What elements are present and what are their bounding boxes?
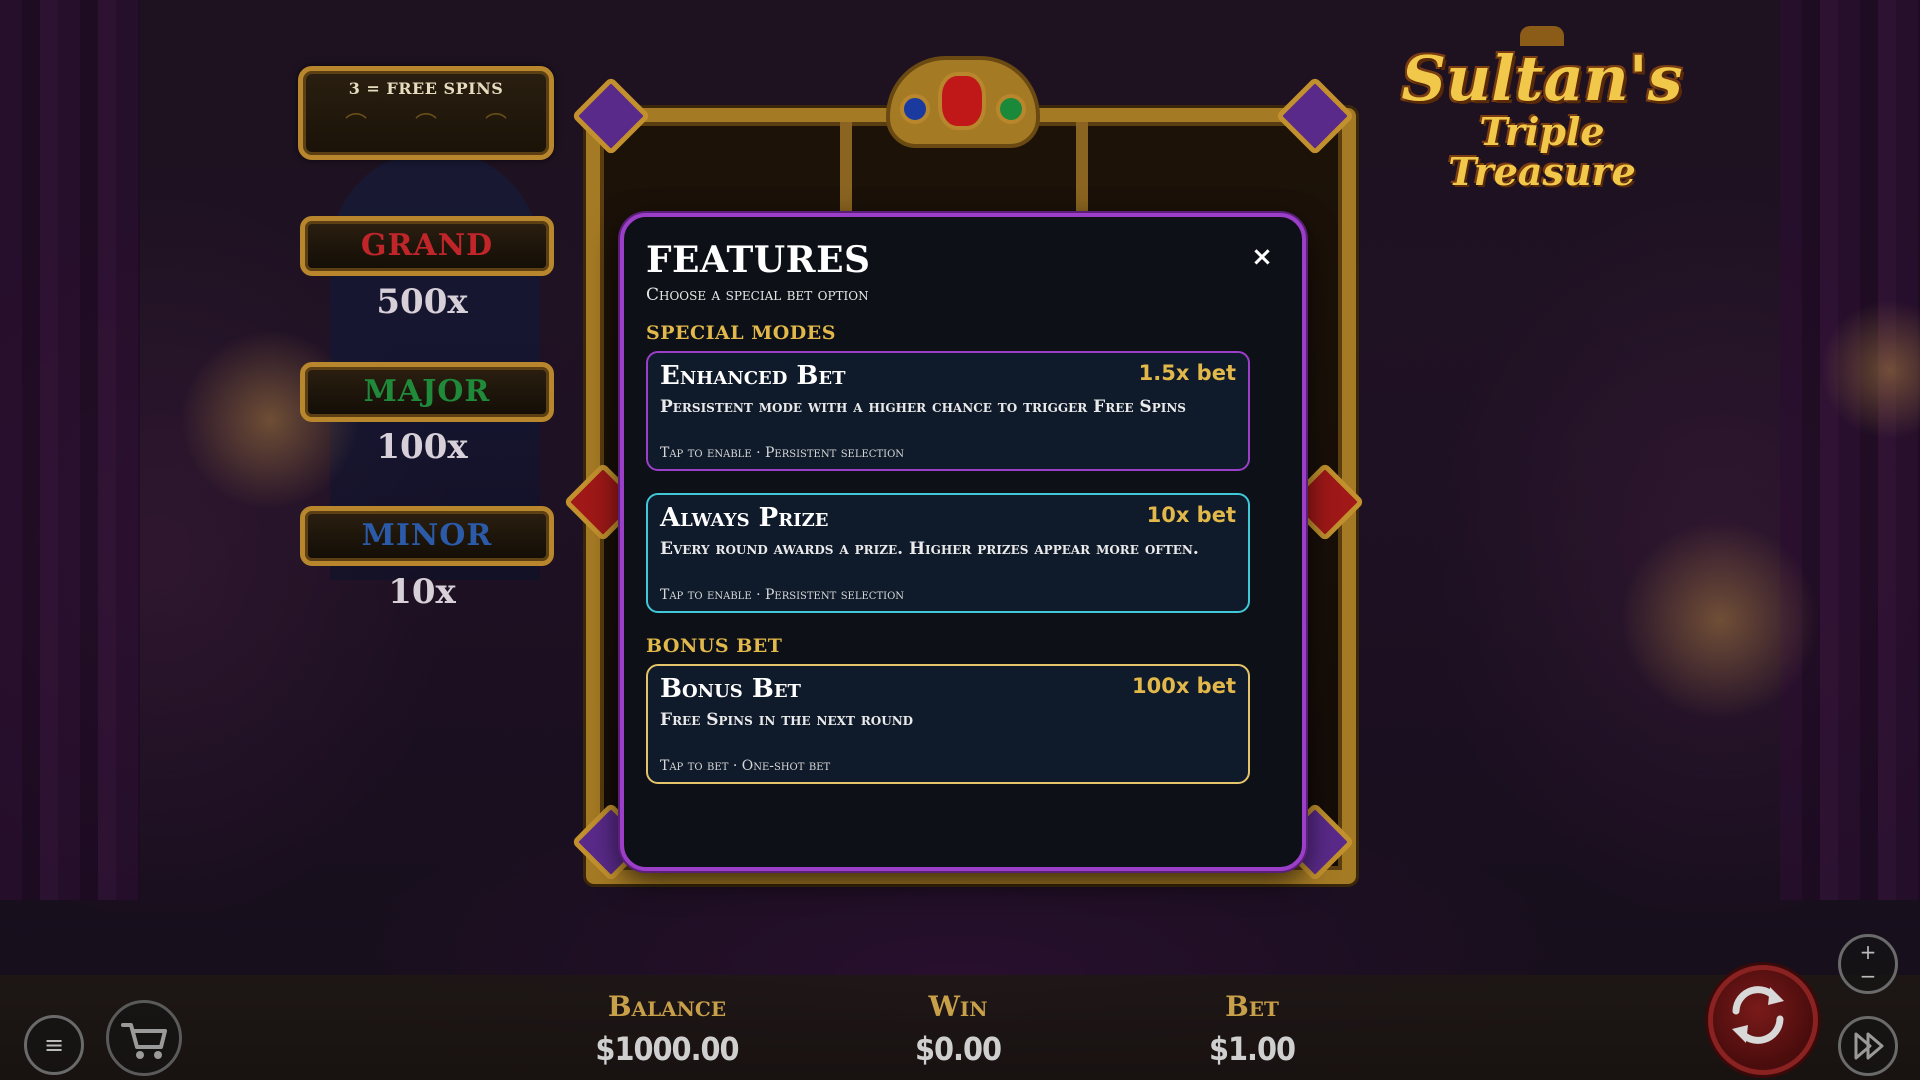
shop-button[interactable] xyxy=(106,1000,182,1076)
fast-forward-icon xyxy=(1854,1032,1884,1060)
card-multiplier: 10x bet xyxy=(1146,503,1236,527)
card-footer: Tap to bet · One-shot bet xyxy=(660,758,831,774)
card-description: Free Spins in the next round xyxy=(660,710,914,730)
card-description: Every round awards a prize. Higher prize… xyxy=(660,539,1199,559)
close-icon: × xyxy=(1251,242,1273,272)
enhanced-bet-card[interactable]: Enhanced Bet 1.5x bet Persistent mode wi… xyxy=(646,351,1250,471)
jackpot-grand-value: 500x xyxy=(376,282,468,322)
free-spins-label: 3 = FREE SPINS xyxy=(348,79,504,98)
free-spins-panel: 3 = FREE SPINS ⌒ ⌒ ⌒ xyxy=(298,66,554,160)
plus-icon: + xyxy=(1859,940,1877,964)
card-multiplier: 1.5x bet xyxy=(1138,361,1236,385)
emerald-gem-icon xyxy=(996,94,1026,124)
logo-title-line2: Triple Treasure xyxy=(1448,109,1636,194)
jackpot-minor-value: 10x xyxy=(388,572,456,612)
card-multiplier: 100x bet xyxy=(1131,674,1236,698)
logo-crown-ornament xyxy=(1520,26,1564,46)
features-modal: FEATURES Choose a special bet option × S… xyxy=(620,213,1306,871)
bonus-bet-heading: BONUS BET xyxy=(646,635,783,657)
fast-forward-button[interactable] xyxy=(1838,1016,1898,1076)
refresh-arrows-icon xyxy=(1732,986,1784,1044)
minus-icon: − xyxy=(1859,964,1877,988)
win-label: Win xyxy=(928,990,988,1023)
logo-title-line1: Sultan's xyxy=(1401,42,1683,115)
jackpot-grand-plate: GRAND xyxy=(300,216,554,276)
jackpot-major-value: 100x xyxy=(376,427,468,467)
frame-crown-ornament xyxy=(886,56,1040,148)
magic-lamp-icon: ⌒ xyxy=(484,113,507,138)
balance-label: Balance xyxy=(607,990,727,1023)
modal-title: FEATURES xyxy=(646,239,871,281)
menu-button[interactable]: ≡ xyxy=(24,1015,84,1075)
card-description: Persistent mode with a higher chance to … xyxy=(660,397,1186,417)
card-title: Bonus Bet xyxy=(660,674,801,704)
magic-lamp-icon: ⌒ xyxy=(414,113,437,138)
card-title: Always Prize xyxy=(660,503,829,533)
jackpot-major-label: MAJOR xyxy=(363,374,491,409)
always-prize-card[interactable]: Always Prize 10x bet Every round awards … xyxy=(646,493,1250,613)
special-modes-heading: SPECIAL MODES xyxy=(646,322,836,344)
jackpot-minor-plate: MINOR xyxy=(300,506,554,566)
magic-lamp-icon: ⌒ xyxy=(344,113,367,138)
jackpot-grand-label: GRAND xyxy=(360,228,494,263)
hamburger-menu-icon: ≡ xyxy=(43,1031,65,1059)
game-logo: Sultan's Triple Treasure xyxy=(1382,26,1702,192)
jackpot-minor-label: MINOR xyxy=(361,518,493,553)
sapphire-gem-icon xyxy=(900,94,930,124)
spin-button[interactable] xyxy=(1708,965,1818,1075)
close-button[interactable]: × xyxy=(1248,243,1276,271)
card-footer: Tap to enable · Persistent selection xyxy=(660,587,905,603)
modal-subtitle: Choose a special bet option xyxy=(646,285,869,305)
balance-value: $1000.00 xyxy=(595,1030,739,1068)
jackpot-major-plate: MAJOR xyxy=(300,362,554,422)
win-value: $0.00 xyxy=(914,1030,1002,1068)
ruby-gem-icon xyxy=(938,72,986,130)
card-footer: Tap to enable · Persistent selection xyxy=(660,445,905,461)
bet-value: $1.00 xyxy=(1208,1030,1296,1068)
bonus-bet-card[interactable]: Bonus Bet 100x bet Free Spins in the nex… xyxy=(646,664,1250,784)
zoom-button[interactable]: + − xyxy=(1838,934,1898,994)
bet-label: Bet xyxy=(1225,990,1279,1023)
shopping-cart-icon xyxy=(121,1023,167,1059)
card-title: Enhanced Bet xyxy=(660,361,846,391)
magic-lamps-row: ⌒ ⌒ ⌒ xyxy=(303,107,549,139)
